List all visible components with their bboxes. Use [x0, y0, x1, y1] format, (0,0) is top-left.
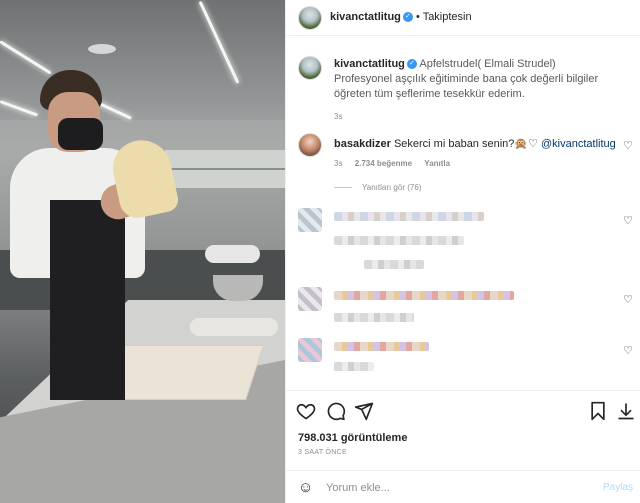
caption-body: Profesyonel aşçılık eğitiminde bana çok …: [334, 73, 599, 100]
header-line: kivanctatlitug ✓ • Takiptesin: [330, 11, 472, 23]
comment-username[interactable]: basakdizer: [334, 138, 391, 150]
verified-badge-icon: ✓: [402, 12, 413, 23]
bookmark-icon[interactable]: [588, 401, 608, 421]
stand-mixer: [205, 245, 265, 305]
post-photo[interactable]: [0, 0, 285, 503]
comment-like-heart-icon[interactable]: ♡: [623, 344, 633, 357]
avatar[interactable]: [298, 56, 322, 80]
caption-text: kivanctatlitug ✓ Apfelstrudel( Elmali Str…: [334, 57, 634, 132]
blurred-text: [334, 362, 374, 371]
post-button[interactable]: Paylaş: [603, 482, 633, 493]
reply-button[interactable]: Yanıtla: [424, 159, 450, 168]
blurred-avatar: [298, 208, 322, 232]
blurred-text: [334, 236, 464, 245]
mixer-head: [205, 245, 260, 263]
blurred-text: [334, 313, 414, 322]
post-header: kivanctatlitug ✓ • Takiptesin: [286, 0, 640, 36]
blurred-avatar: [298, 338, 322, 362]
action-bar: 798.031 görüntüleme 3 SAAT ÖNCE: [286, 390, 640, 470]
post-time[interactable]: 3 SAAT ÖNCE: [298, 449, 347, 456]
comment-input[interactable]: [326, 479, 576, 497]
comment-composer: ☺ Paylaş: [286, 470, 640, 503]
comment-text: basakdizer Sekerci mi baban senin?🙊♡ @ki…: [334, 137, 616, 150]
blurred-text: [334, 342, 429, 351]
smiley-icon[interactable]: ☺: [298, 479, 313, 496]
comment-meta: 3s 2.734 beğenme Yanıtla: [334, 159, 460, 168]
caption-username[interactable]: kivanctatlitug: [334, 58, 405, 70]
chef: [10, 70, 165, 400]
blurred-avatar: [298, 287, 322, 311]
caption-title: Apfelstrudel( Elmali Strudel): [419, 58, 556, 70]
post-details-panel: kivanctatlitug ✓ • Takiptesin kivanctatli…: [285, 0, 640, 503]
comment-like-heart-icon[interactable]: ♡: [623, 214, 633, 227]
send-icon[interactable]: [354, 401, 374, 421]
comment-likes[interactable]: 2.734 beğenme: [355, 159, 412, 168]
blurred-text: [334, 291, 514, 300]
comment-body: Sekerci mi baban senin?🙊♡: [393, 138, 538, 150]
blurred-text: [334, 212, 484, 221]
avatar[interactable]: [298, 6, 322, 30]
username-link[interactable]: kivanctatlitug: [330, 11, 401, 23]
view-replies-link[interactable]: Yanıtları gör (76): [334, 183, 421, 192]
kitchen-shelf: [165, 150, 285, 188]
comment-mention[interactable]: @kivanctatlitug: [541, 138, 616, 150]
blurred-text: [364, 260, 424, 269]
ceiling-spotlight: [88, 44, 116, 54]
mixer-bowl: [213, 275, 263, 301]
chef-apron: [50, 200, 125, 400]
comment-like-heart-icon[interactable]: ♡: [623, 139, 633, 152]
follow-status[interactable]: Takiptesin: [423, 11, 472, 23]
separator-dot: •: [415, 11, 420, 23]
comment-time[interactable]: 3s: [334, 159, 342, 168]
views-count[interactable]: 798.031 görüntüleme: [298, 432, 407, 444]
face-mask: [58, 118, 103, 150]
download-icon[interactable]: [616, 401, 636, 421]
comment-icon[interactable]: [326, 401, 346, 421]
avatar[interactable]: [298, 133, 322, 157]
verified-badge-icon: ✓: [406, 59, 417, 70]
rolling-pin: [190, 318, 278, 336]
comment-like-heart-icon[interactable]: ♡: [623, 293, 633, 306]
heart-icon[interactable]: [296, 401, 316, 421]
caption-time[interactable]: 3s: [334, 112, 342, 121]
